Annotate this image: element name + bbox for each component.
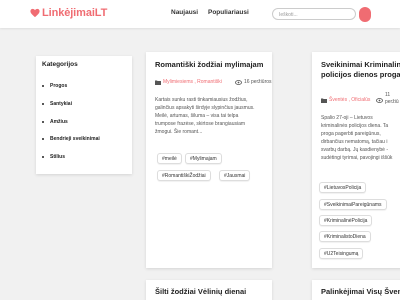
post-card[interactable]: Romantiški žodžiai mylimajam Mylimiesiem… <box>146 52 272 268</box>
post-tag[interactable]: #KriminalistoDiena <box>319 231 371 242</box>
categories-title: Kategorijos <box>42 61 78 68</box>
bullet-icon <box>42 120 44 123</box>
site-header: LinkėjimaiLT Naujausi Populiariausi Iešk… <box>0 0 400 28</box>
post-tag[interactable]: #meilė <box>157 153 182 164</box>
excerpt-line: kriminalinės policijos diena. Ta <box>321 123 389 129</box>
post-card[interactable]: Šilti žodžiai Vėlinių dienai <box>146 280 272 300</box>
post-title[interactable]: Sveikinimai Kriminalinė policijos dienos… <box>321 60 400 80</box>
excerpt-line: proga pagerbti pareigūnus, <box>321 131 381 137</box>
category-label: Amžius <box>50 119 68 125</box>
nav-popular[interactable]: Populiariausi <box>208 9 249 16</box>
excerpt-line: Kartais sunku rasti tinkamiausius žodžiu… <box>155 97 248 103</box>
post-excerpt: Spalio 27-oji – Lietuvos kriminalinės po… <box>321 114 392 162</box>
post-tag[interactable]: #U2Teisingumą <box>319 248 364 259</box>
post-tag[interactable]: #SveikinimaiPareigūnams <box>319 199 387 210</box>
excerpt-line: svarbų darbą. Jų kasdienybė - <box>321 147 388 153</box>
post-excerpt: Kartais sunku rasti tinkamiausius žodžiu… <box>155 96 255 136</box>
post-views: 16 peržiūros <box>244 79 272 85</box>
search-button[interactable] <box>359 7 371 22</box>
post-title[interactable]: Romantiški žodžiai mylimajam <box>155 60 263 70</box>
excerpt-line: trumpose frazėse, skirtose brangiausiam <box>155 121 246 127</box>
logo-text: LinkėjimaiLT <box>42 7 108 19</box>
post-tag[interactable]: #Jausmai <box>219 170 251 181</box>
bullet-icon <box>42 84 44 87</box>
category-label: Bendrieji sveikinimai <box>50 136 100 142</box>
eye-icon <box>235 80 242 85</box>
heart-icon <box>30 8 40 18</box>
post-title-line: policijos dienos proga <box>321 70 400 79</box>
search-input[interactable]: Ieškoti... <box>272 8 356 20</box>
excerpt-line: Meilė, artumas, šiluma – visa tai telpa <box>155 113 239 119</box>
excerpt-line: Spalio 27-oji – Lietuvos <box>321 115 373 121</box>
post-tag[interactable]: #RomantiškiŽodžiai <box>157 170 211 181</box>
category-item[interactable]: Stilius <box>42 154 65 160</box>
post-title[interactable]: Šilti žodžiai Vėlinių dienai <box>155 287 246 297</box>
excerpt-line: sudėtingi tyrimai, pavojingi iššūk <box>321 155 393 161</box>
categories-panel: Kategorijos Progos Santykiai Amžius Bend… <box>36 56 132 174</box>
category-item[interactable]: Bendrieji sveikinimai <box>42 136 100 142</box>
category-label: Progos <box>50 83 68 89</box>
eye-icon <box>376 98 383 103</box>
folder-icon <box>155 80 161 85</box>
post-tag[interactable]: #Mylimajam <box>185 153 222 164</box>
post-title[interactable]: Palinkėjimai Visų Šventų <box>321 287 400 297</box>
category-label: Stilius <box>50 154 66 160</box>
nav-newest[interactable]: Naujausi <box>171 9 198 16</box>
post-tag[interactable]: #KriminalinėPolicija <box>319 215 373 226</box>
post-title-line: Sveikinimai Kriminalinė <box>321 60 400 69</box>
post-card[interactable]: Palinkėjimai Visų Šventų <box>312 280 400 300</box>
excerpt-line: dirbančius nematomą, tačiau i <box>321 139 388 145</box>
post-categories[interactable]: Šventės , Oficialūs <box>329 97 370 103</box>
post-views: 11 peržiū <box>385 92 399 105</box>
post-card[interactable]: Sveikinimai Kriminalinė policijos dienos… <box>312 52 400 268</box>
post-categories[interactable]: Mylimiesiems , Romantiški <box>163 79 222 85</box>
category-item[interactable]: Amžius <box>42 119 68 125</box>
bullet-icon <box>42 137 44 140</box>
category-label: Santykiai <box>50 101 72 107</box>
category-item[interactable]: Progos <box>42 83 67 89</box>
folder-icon <box>321 98 327 103</box>
excerpt-line: žmogui. Šie romant... <box>155 129 203 135</box>
bullet-icon <box>42 102 44 105</box>
bullet-icon <box>42 155 44 158</box>
site-logo[interactable]: LinkėjimaiLT <box>30 6 107 20</box>
post-tag[interactable]: #LietuvosPolicija <box>319 182 367 193</box>
excerpt-line: galinčius apsakyti širdyje slypinčius ja… <box>155 105 255 111</box>
category-item[interactable]: Santykiai <box>42 101 72 107</box>
